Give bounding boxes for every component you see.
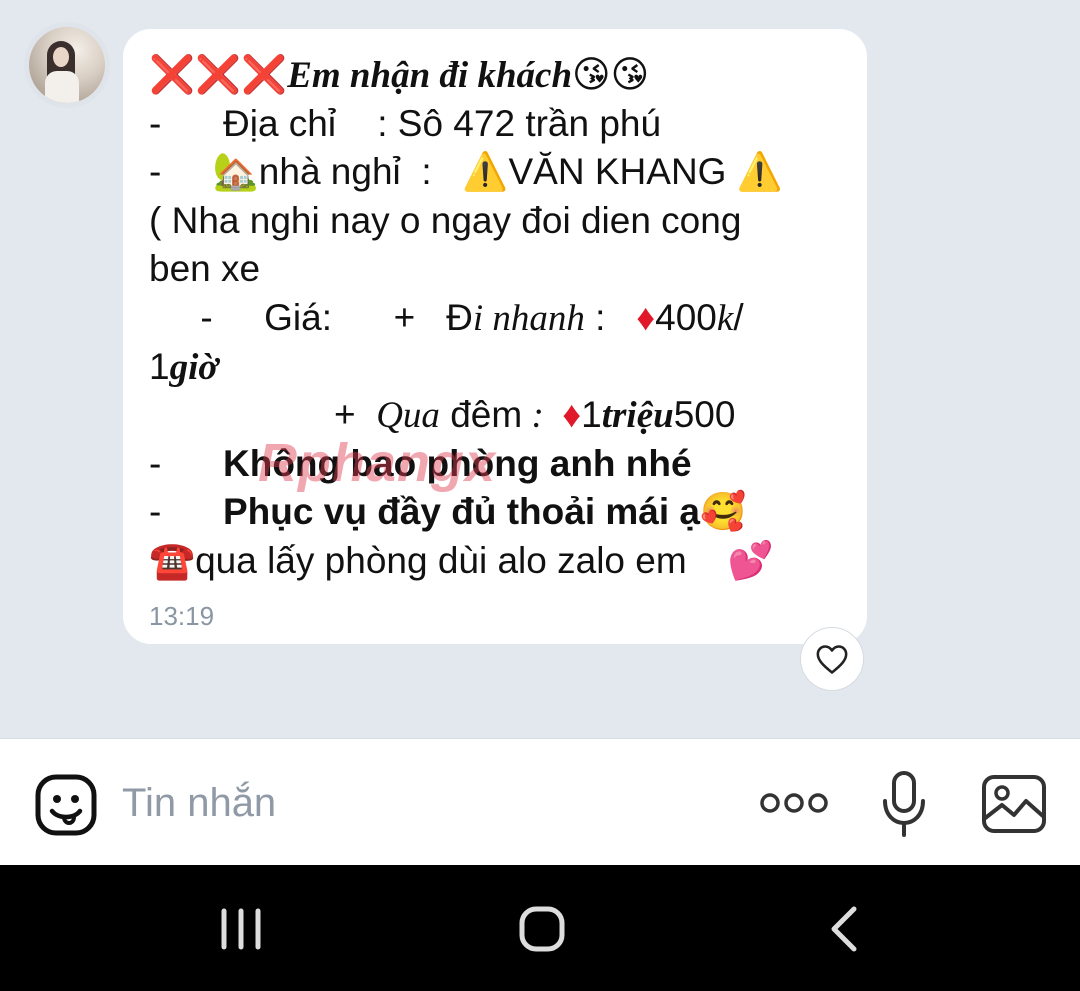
message-line: - 🏡nhà nghỉ : ⚠️VĂN KHANG ⚠️ (149, 148, 867, 197)
message-text-segment: ☎️qua lấy phòng dùi alo zalo em 💕 (149, 539, 774, 581)
message-text-segment: - 🏡nhà nghỉ : ⚠️VĂN KHANG ⚠️ (149, 151, 783, 193)
message-line: ( Nha nghi nay o ngay đoi dien cong (149, 197, 867, 246)
message-text-segment: 😘😘 (572, 54, 650, 95)
message-line: + Qua đêm : ♦1triệu500 (149, 391, 867, 440)
microphone-icon (883, 771, 925, 837)
send-image-button[interactable] (980, 773, 1048, 835)
message-line: ☎️qua lấy phòng dùi alo zalo em 💕 (149, 537, 867, 586)
sender-avatar[interactable] (24, 22, 110, 108)
sticker-button[interactable] (34, 773, 98, 837)
message-line: - Không bao phòng anh nhé (149, 440, 867, 489)
message-text-segment: Phục vụ đầy đủ thoải mái ạ (223, 491, 700, 533)
message-composer: Tin nhắn (0, 738, 1080, 866)
message-text-segment: Qua (376, 395, 440, 437)
recent-apps-button[interactable] (218, 907, 264, 951)
heart-reaction-button[interactable] (800, 627, 864, 691)
message-text-segment: Em nhận đi khách (287, 55, 573, 96)
more-dots-icon (760, 793, 828, 813)
message-text-segment: - Giá: + Đ (149, 296, 473, 338)
message-text-segment: - (149, 491, 223, 533)
system-nav-bar (0, 865, 1080, 991)
message-text-segment: ben xe (149, 248, 261, 290)
more-options-button[interactable] (758, 789, 830, 817)
message-input[interactable]: Tin nhắn (122, 781, 276, 826)
heart-icon (816, 645, 848, 674)
message-line: - Giá: + Đi nhanh : ♦400k/ (149, 294, 867, 343)
voice-button[interactable] (880, 769, 928, 839)
image-gallery-icon (982, 775, 1046, 833)
message-text-segment: triệu (601, 395, 674, 437)
message-bubble[interactable]: ❌❌❌Em nhận đi khách😘😘 - Địa chỉ : Sô 472 … (123, 29, 867, 644)
message-text-segment: giờ (169, 346, 219, 388)
message-text-segment: i nhanh (472, 297, 585, 339)
message-text-segment: k (716, 297, 734, 339)
message-text-segment: ♦ (562, 394, 582, 436)
message-text-segment: 1 (149, 345, 170, 387)
home-icon (519, 906, 565, 952)
sticker-smile-icon (35, 774, 97, 836)
message-line: 1giờ (149, 343, 867, 392)
message-text-segment: ( Nha nghi nay o ngay đoi dien cong (149, 199, 742, 241)
message-text-segment: + (149, 394, 377, 436)
message-text-segment: - (149, 442, 223, 484)
message-text-segment: 🥰 (700, 491, 747, 533)
watermark-text: Rphangx (258, 433, 497, 493)
message-time: 13:19 (149, 601, 215, 631)
message-text-segment: ♦ (636, 296, 656, 338)
avatar-photo (29, 27, 105, 103)
message-line: ben xe (149, 245, 867, 294)
message-text-segment: đêm (439, 394, 523, 436)
message-text-segment: / (733, 296, 744, 338)
message-text-segment: : (584, 296, 637, 338)
back-button[interactable] (826, 905, 860, 953)
message-text-segment: 1 (581, 394, 602, 436)
recent-apps-icon (221, 908, 261, 950)
message-line: - Địa chỉ : Sô 472 trần phú (149, 100, 867, 149)
message-text-segment: - Địa chỉ : Sô 472 trần phú (149, 102, 662, 144)
message-text-segment: : (522, 395, 563, 437)
message-text-segment: 400 (655, 296, 717, 338)
message-line: ❌❌❌Em nhận đi khách😘😘 (149, 51, 867, 100)
back-icon (831, 906, 857, 952)
home-button[interactable] (518, 905, 566, 953)
message-text: ❌❌❌Em nhận đi khách😘😘 - Địa chỉ : Sô 472 … (149, 51, 867, 586)
message-line: - Phục vụ đầy đủ thoải mái ạ🥰 (149, 488, 867, 537)
chat-area: ❌❌❌Em nhận đi khách😘😘 - Địa chỉ : Sô 472 … (0, 0, 1080, 738)
message-text-segment: ❌❌❌ (149, 54, 288, 95)
message-text-segment: 500 (673, 394, 736, 436)
